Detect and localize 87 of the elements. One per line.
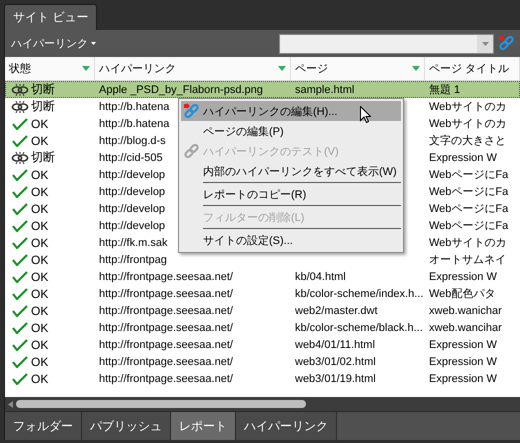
table-cell-text: 文字の大きさと	[429, 134, 506, 148]
table-cell: http://frontpage.seesaa.net/	[99, 338, 233, 350]
status-text: OK	[31, 270, 48, 284]
table-cell: Apple _PSD_by_Flaborn-psd.png	[99, 84, 263, 96]
table-cell-text: WebページにFa	[429, 185, 508, 199]
table-cell-text: WebページにFa	[429, 168, 508, 182]
cursor-icon	[360, 106, 371, 123]
link-icon[interactable]	[498, 34, 516, 52]
status-text: OK	[31, 286, 48, 300]
menu-item[interactable]: ハイパーリンクの編集(H)...	[181, 101, 401, 121]
table-cell: http://frontpage.seesaa.net/	[99, 322, 233, 334]
column-header[interactable]: ページ	[291, 57, 425, 80]
table-cell: Expression W	[429, 152, 497, 164]
table-cell: http://develop	[99, 220, 166, 232]
status-text: OK	[31, 304, 48, 318]
table-cell: http://develop	[99, 168, 166, 180]
table-cell: http://develop	[99, 186, 166, 198]
column-header[interactable]: ページ タイトル	[425, 57, 520, 80]
status-text: 切断	[31, 149, 55, 166]
table-cell-text: WebページにFa	[429, 219, 508, 233]
column-header[interactable]: 状態	[5, 57, 95, 80]
caret-icon[interactable]	[482, 42, 488, 46]
status-text: OK	[31, 168, 48, 182]
menu-item[interactable]: 内部のハイパーリンクをすべて表示(W)	[181, 161, 401, 181]
filter-arrow-icon[interactable]	[412, 66, 420, 71]
menu-item[interactable]: レポートのコピー(R)	[181, 184, 401, 204]
scroll-left-icon[interactable]	[8, 400, 13, 408]
filter-combo-box[interactable]	[279, 34, 494, 54]
table-cell: web3/01/02.html	[295, 356, 376, 368]
status-text: OK	[31, 236, 48, 250]
status-text: OK	[31, 338, 48, 352]
table-cell: kb/color-scheme/index.h...	[295, 288, 424, 300]
view-tab[interactable]: ハイパーリンク	[236, 412, 337, 440]
menu-item[interactable]: サイトの設定(S)...	[181, 230, 401, 250]
table-cell: web3/01/19.html	[295, 372, 376, 384]
status-text: OK	[31, 252, 48, 266]
status-text: 切断	[31, 98, 55, 115]
table-cell: http://b.hatena	[99, 118, 170, 130]
table-cell: web4/01/11.html	[295, 338, 375, 350]
table-cell-text: オートサムネイ	[429, 253, 506, 267]
table-cell-text: Webサイトのカ	[429, 236, 506, 250]
table-cell: xweb.wancihar	[429, 322, 502, 334]
table-cell: Expression W	[429, 338, 497, 350]
table-cell: kb/color-scheme/black.h...	[295, 322, 423, 334]
table-cell: http://frontpag	[99, 254, 167, 266]
table-cell: xweb.wanichar	[429, 304, 502, 316]
filter-arrow-icon[interactable]	[82, 66, 90, 71]
filter-arrow-icon[interactable]	[278, 66, 286, 71]
table-cell: http://fk.m.sak	[99, 236, 168, 248]
table-cell: Expression W	[429, 270, 497, 282]
scrollbar-thumb[interactable]	[16, 400, 306, 408]
table-cell: Expression W	[429, 372, 497, 384]
table-cell: http://b.hatena	[99, 100, 170, 112]
menu-item[interactable]: ページの編集(P)	[181, 121, 401, 141]
table-cell: kb/04.html	[295, 270, 346, 282]
table-cell-text: WebページにFa	[429, 202, 508, 216]
table-cell: http://blog.d-s	[99, 134, 166, 146]
status-text: OK	[31, 218, 48, 232]
table-cell-text: Webサイトのカ	[429, 117, 506, 131]
table-cell: http://frontpage.seesaa.net/	[99, 270, 233, 282]
view-tab[interactable]: レポート	[171, 412, 236, 440]
column-header[interactable]: ハイパーリンク	[95, 57, 291, 80]
table-cell: web2/master.dwt	[295, 304, 378, 316]
table-cell-text: 無題 1	[429, 83, 460, 97]
view-tab[interactable]: パブリッシュ	[82, 412, 171, 440]
status-text: OK	[31, 202, 48, 216]
table-cell: http://frontpage.seesaa.net/	[99, 356, 233, 368]
status-text: OK	[31, 134, 48, 148]
view-tab[interactable]: フォルダー	[5, 412, 82, 440]
status-text: OK	[31, 320, 48, 334]
status-text: OK	[31, 184, 48, 198]
table-cell-text: Webサイトのカ	[429, 100, 506, 114]
table-cell-text: Web配色パタ	[429, 287, 496, 301]
status-text: 切断	[31, 81, 55, 98]
caret-icon	[91, 42, 96, 45]
table-cell: sample.html	[295, 84, 354, 96]
table-cell: http://frontpage.seesaa.net/	[99, 372, 233, 384]
table-cell: http://cid-505	[99, 152, 163, 164]
table-cell: Expression W	[429, 356, 497, 368]
view-menu-button[interactable]: ハイパーリンク	[9, 36, 98, 51]
status-text: OK	[31, 116, 48, 130]
table-cell: http://frontpage.seesaa.net/	[99, 288, 233, 300]
status-text: OK	[31, 354, 48, 368]
site-view-tab[interactable]: サイト ビュー	[4, 4, 98, 30]
status-text: OK	[31, 372, 48, 386]
table-cell: http://frontpage.seesaa.net/	[99, 304, 233, 316]
table-cell: http://develop	[99, 202, 166, 214]
